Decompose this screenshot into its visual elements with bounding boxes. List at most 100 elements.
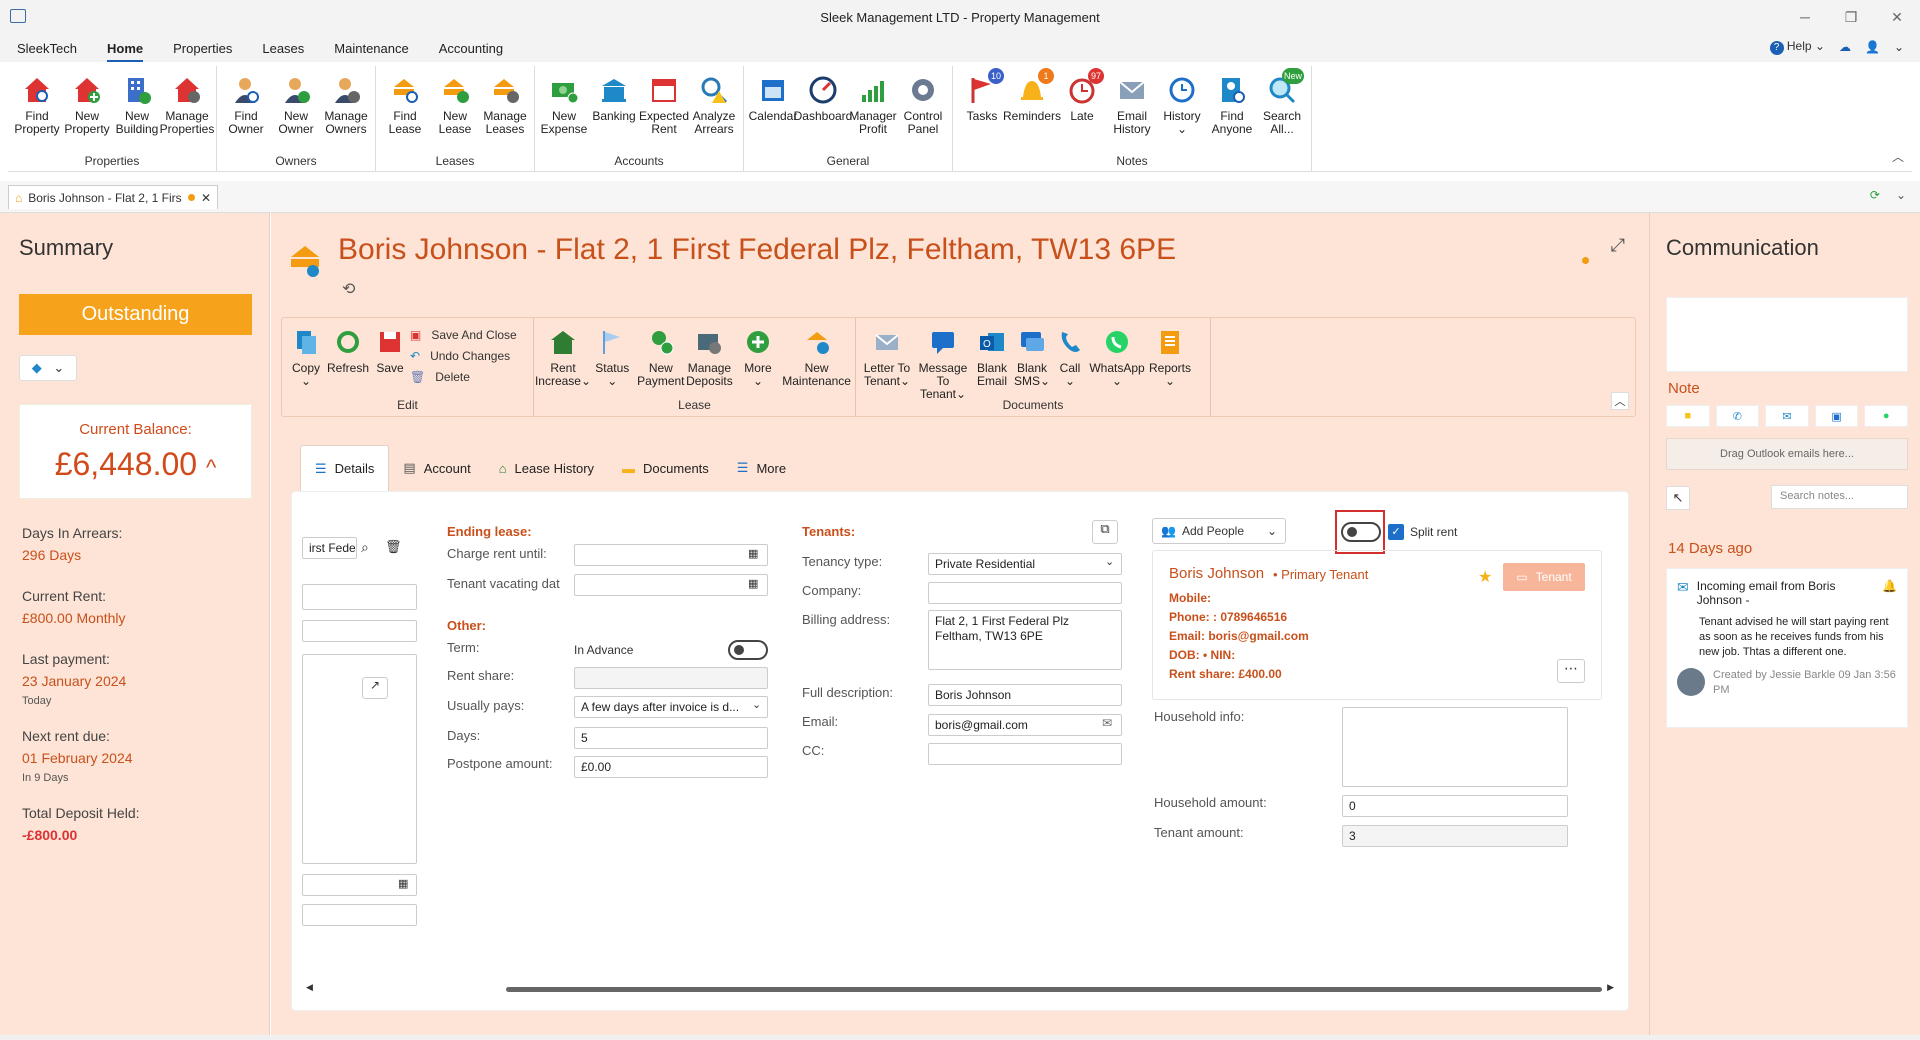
- menu-sleektech[interactable]: SleekTech: [17, 37, 77, 60]
- scroll-left-icon[interactable]: ◀: [306, 982, 313, 993]
- chevron-down-icon: ⌄: [1266, 524, 1277, 538]
- chevron-up-icon[interactable]: ^: [206, 455, 216, 480]
- household-amount-field[interactable]: 0: [1342, 795, 1568, 817]
- whatsapp-icon[interactable]: ●: [1864, 405, 1908, 427]
- drag-emails-area[interactable]: Drag Outlook emails here...: [1666, 438, 1908, 470]
- days-field[interactable]: 5: [574, 727, 768, 749]
- cloud-icon[interactable]: ☁: [1839, 40, 1851, 54]
- split-rent-toggle[interactable]: [1341, 522, 1381, 542]
- full-description-field[interactable]: Boris Johnson: [928, 684, 1122, 706]
- tenant-vacating-field[interactable]: [574, 574, 768, 596]
- tab-label: Documents: [643, 460, 709, 476]
- sms-icon: [1016, 326, 1048, 358]
- close-button[interactable]: ✕: [1874, 0, 1920, 34]
- search-icon[interactable]: ⌕: [361, 539, 369, 556]
- add-people-label: Add People: [1181, 524, 1245, 538]
- menu-home[interactable]: Home: [106, 37, 144, 62]
- text-field[interactable]: [302, 620, 417, 642]
- ribbon-group-edit: Copy ⌄ Refresh Save ▣ Save And Close ↶ Undo…: [282, 318, 534, 416]
- add-people-button[interactable]: 👥 Add People ⌄: [1152, 518, 1286, 544]
- company-field[interactable]: [928, 582, 1122, 604]
- cc-field[interactable]: [928, 743, 1122, 765]
- copy-icon[interactable]: ⧉: [1092, 520, 1118, 544]
- search-notes-input[interactable]: Search notes...: [1771, 485, 1908, 509]
- split-rent-checkbox[interactable]: ✓: [1388, 524, 1404, 540]
- balance-card: Current Balance: £6,448.00 ^: [19, 404, 252, 499]
- charge-until-field[interactable]: [574, 544, 768, 566]
- menu-accounting[interactable]: Accounting: [439, 37, 503, 60]
- collapse-ribbon-button[interactable]: ︿: [1892, 148, 1904, 165]
- refresh-icon[interactable]: ⟳: [1870, 188, 1880, 202]
- save-and-close-button[interactable]: ▣ Save And Close: [410, 328, 517, 342]
- chevron-down-icon[interactable]: ⌄: [1894, 40, 1904, 54]
- tenant-name[interactable]: Boris Johnson: [1169, 565, 1264, 582]
- delete-button[interactable]: 🗑 Delete: [410, 370, 517, 384]
- communication-title: Communication: [1666, 235, 1819, 260]
- tab-more[interactable]: ☰ More: [723, 445, 800, 491]
- bell-icon[interactable]: 🔔: [1882, 579, 1897, 607]
- collapse-arrow-icon[interactable]: ↖: [1666, 486, 1690, 510]
- scroll-right-icon[interactable]: ▶: [1607, 982, 1614, 993]
- email-field[interactable]: boris@gmail.com: [928, 714, 1122, 736]
- label: Save And Close: [431, 328, 517, 342]
- address-field[interactable]: irst Fede: [302, 537, 357, 559]
- restore-button[interactable]: ❐: [1828, 0, 1874, 34]
- tab-label: Account: [423, 460, 471, 476]
- rent-share-field[interactable]: [574, 667, 768, 689]
- chevron-down-icon[interactable]: ⌄: [1896, 188, 1906, 202]
- trash-icon[interactable]: 🗑: [385, 539, 402, 555]
- chat-icon[interactable]: ▣: [1814, 405, 1859, 427]
- status-button[interactable]: Outstanding: [19, 294, 252, 335]
- menu-leases[interactable]: Leases: [262, 37, 304, 60]
- note-input[interactable]: [1666, 297, 1908, 372]
- other-heading: Other:: [447, 618, 486, 633]
- tab-lease-history[interactable]: ⌂ Lease History: [485, 445, 608, 491]
- document-tab[interactable]: ⌂ Boris Johnson - Flat 2, 1 Firs ✕: [8, 185, 218, 209]
- close-icon[interactable]: ✕: [201, 191, 211, 205]
- postpone-field[interactable]: £0.00: [574, 756, 768, 778]
- more-options-button[interactable]: ⋯: [1557, 659, 1585, 683]
- text-field[interactable]: [302, 904, 417, 926]
- value: £800.00 Monthly: [22, 610, 126, 626]
- expand-icon[interactable]: ⤢: [1611, 235, 1625, 256]
- scrollbar-thumb[interactable]: [506, 987, 1602, 992]
- star-icon[interactable]: ★: [1478, 567, 1492, 587]
- term-toggle[interactable]: [728, 640, 768, 660]
- tab-account[interactable]: ▤ Account: [389, 445, 484, 491]
- tag-dropdown[interactable]: ◆ ⌄: [19, 355, 77, 381]
- lease-icon: ⌂: [15, 190, 23, 205]
- household-info-field[interactable]: [1342, 707, 1568, 787]
- tenancy-type-label: Tenancy type:: [802, 554, 883, 569]
- user-icon[interactable]: 👤: [1865, 40, 1880, 54]
- usually-pays-select[interactable]: A few days after invoice is d...: [574, 696, 768, 718]
- calendar-icon[interactable]: ▦: [748, 577, 758, 590]
- help-button[interactable]: ? Help ⌄: [1769, 39, 1825, 55]
- gear-icon: [907, 74, 939, 106]
- mail-icon[interactable]: ✉: [1765, 405, 1809, 427]
- calendar-icon[interactable]: ▦: [748, 547, 758, 560]
- history-icon[interactable]: ⟲: [342, 279, 355, 299]
- mail-icon[interactable]: ✉: [1102, 716, 1112, 730]
- tab-details[interactable]: ☰ Details: [300, 445, 390, 491]
- calendar-icon[interactable]: ▦: [398, 877, 408, 890]
- text-area[interactable]: [302, 654, 417, 864]
- billing-address-field[interactable]: Flat 2, 1 First Federal Plz Feltham, TW13…: [928, 610, 1122, 670]
- phone-icon[interactable]: ✆: [1715, 405, 1760, 427]
- calendar-money-icon: [648, 74, 680, 106]
- label: SMS⌄: [1013, 374, 1051, 388]
- tenant-amount-field[interactable]: 3: [1342, 825, 1568, 847]
- collapse-ribbon-button[interactable]: ︿: [1611, 392, 1629, 410]
- menu-properties[interactable]: Properties: [173, 37, 232, 60]
- chevron-down-icon: ⌄: [1814, 39, 1825, 53]
- note-card[interactable]: ✉ Incoming email from Boris Johnson - 🔔 …: [1666, 568, 1908, 728]
- tab-documents[interactable]: ▬ Documents: [608, 445, 723, 491]
- horizontal-scrollbar[interactable]: ◀ ▶: [306, 982, 1614, 996]
- menu-maintenance[interactable]: Maintenance: [334, 37, 408, 60]
- open-external-icon[interactable]: ↗: [362, 677, 388, 699]
- minimize-button[interactable]: ─: [1782, 0, 1828, 34]
- text-field[interactable]: [302, 584, 417, 610]
- sticky-note-icon[interactable]: ■: [1666, 405, 1710, 427]
- undo-changes-button[interactable]: ↶ Undo Changes: [410, 349, 517, 363]
- analyze-icon: [698, 74, 730, 106]
- tenancy-type-select[interactable]: Private Residential: [928, 553, 1122, 575]
